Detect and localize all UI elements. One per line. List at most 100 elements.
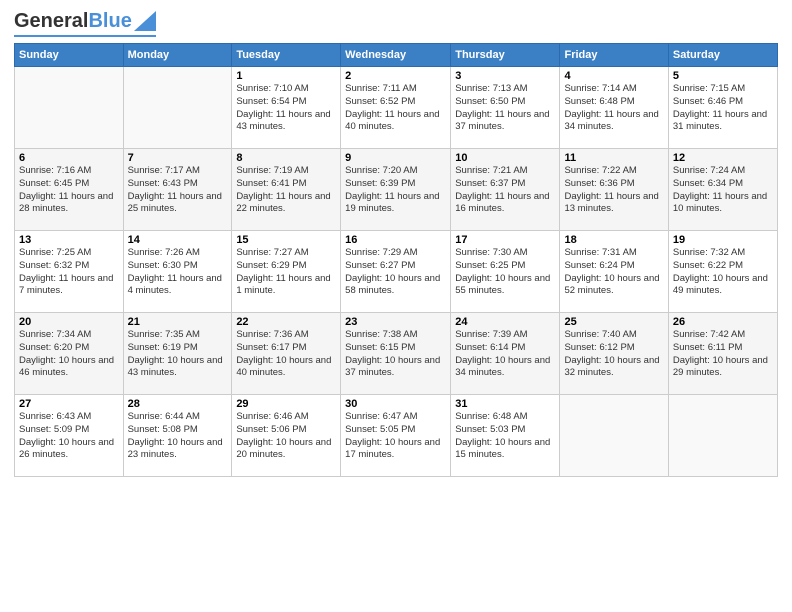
day-number: 30	[345, 398, 446, 410]
day-number: 29	[236, 398, 336, 410]
day-info: Sunrise: 7:42 AMSunset: 6:11 PMDaylight:…	[673, 329, 773, 380]
calendar-cell: 8Sunrise: 7:19 AMSunset: 6:41 PMDaylight…	[232, 149, 341, 231]
day-number: 24	[455, 316, 555, 328]
calendar-cell: 21Sunrise: 7:35 AMSunset: 6:19 PMDayligh…	[123, 313, 232, 395]
day-number: 8	[236, 152, 336, 164]
day-number: 6	[19, 152, 119, 164]
day-number: 18	[564, 234, 663, 246]
calendar-cell: 15Sunrise: 7:27 AMSunset: 6:29 PMDayligh…	[232, 231, 341, 313]
calendar-week-row: 1Sunrise: 7:10 AMSunset: 6:54 PMDaylight…	[15, 67, 778, 149]
calendar-cell: 25Sunrise: 7:40 AMSunset: 6:12 PMDayligh…	[560, 313, 668, 395]
weekday-header: Wednesday	[341, 44, 451, 67]
day-info: Sunrise: 7:27 AMSunset: 6:29 PMDaylight:…	[236, 247, 336, 298]
day-number: 4	[564, 70, 663, 82]
calendar-cell: 2Sunrise: 7:11 AMSunset: 6:52 PMDaylight…	[341, 67, 451, 149]
day-number: 20	[19, 316, 119, 328]
day-info: Sunrise: 7:11 AMSunset: 6:52 PMDaylight:…	[345, 83, 446, 134]
calendar-cell: 9Sunrise: 7:20 AMSunset: 6:39 PMDaylight…	[341, 149, 451, 231]
day-info: Sunrise: 7:32 AMSunset: 6:22 PMDaylight:…	[673, 247, 773, 298]
weekday-header: Monday	[123, 44, 232, 67]
calendar-cell: 27Sunrise: 6:43 AMSunset: 5:09 PMDayligh…	[15, 395, 124, 477]
day-info: Sunrise: 7:29 AMSunset: 6:27 PMDaylight:…	[345, 247, 446, 298]
calendar-cell: 19Sunrise: 7:32 AMSunset: 6:22 PMDayligh…	[668, 231, 777, 313]
calendar-cell: 20Sunrise: 7:34 AMSunset: 6:20 PMDayligh…	[15, 313, 124, 395]
weekday-header: Tuesday	[232, 44, 341, 67]
day-info: Sunrise: 7:20 AMSunset: 6:39 PMDaylight:…	[345, 165, 446, 216]
day-info: Sunrise: 7:31 AMSunset: 6:24 PMDaylight:…	[564, 247, 663, 298]
day-number: 16	[345, 234, 446, 246]
day-info: Sunrise: 7:19 AMSunset: 6:41 PMDaylight:…	[236, 165, 336, 216]
day-number: 17	[455, 234, 555, 246]
day-number: 1	[236, 70, 336, 82]
day-info: Sunrise: 7:36 AMSunset: 6:17 PMDaylight:…	[236, 329, 336, 380]
calendar-cell	[668, 395, 777, 477]
day-number: 28	[128, 398, 228, 410]
day-number: 7	[128, 152, 228, 164]
calendar-cell: 12Sunrise: 7:24 AMSunset: 6:34 PMDayligh…	[668, 149, 777, 231]
calendar-cell: 23Sunrise: 7:38 AMSunset: 6:15 PMDayligh…	[341, 313, 451, 395]
calendar-week-row: 27Sunrise: 6:43 AMSunset: 5:09 PMDayligh…	[15, 395, 778, 477]
day-number: 26	[673, 316, 773, 328]
calendar-cell: 11Sunrise: 7:22 AMSunset: 6:36 PMDayligh…	[560, 149, 668, 231]
calendar-cell: 14Sunrise: 7:26 AMSunset: 6:30 PMDayligh…	[123, 231, 232, 313]
day-number: 9	[345, 152, 446, 164]
calendar-cell: 5Sunrise: 7:15 AMSunset: 6:46 PMDaylight…	[668, 67, 777, 149]
day-info: Sunrise: 7:13 AMSunset: 6:50 PMDaylight:…	[455, 83, 555, 134]
calendar-cell: 18Sunrise: 7:31 AMSunset: 6:24 PMDayligh…	[560, 231, 668, 313]
calendar-cell: 13Sunrise: 7:25 AMSunset: 6:32 PMDayligh…	[15, 231, 124, 313]
day-info: Sunrise: 7:35 AMSunset: 6:19 PMDaylight:…	[128, 329, 228, 380]
day-number: 3	[455, 70, 555, 82]
calendar-cell	[560, 395, 668, 477]
weekday-header: Thursday	[451, 44, 560, 67]
day-number: 12	[673, 152, 773, 164]
day-info: Sunrise: 7:30 AMSunset: 6:25 PMDaylight:…	[455, 247, 555, 298]
calendar-cell	[15, 67, 124, 149]
calendar-week-row: 13Sunrise: 7:25 AMSunset: 6:32 PMDayligh…	[15, 231, 778, 313]
weekday-header: Friday	[560, 44, 668, 67]
calendar-cell: 28Sunrise: 6:44 AMSunset: 5:08 PMDayligh…	[123, 395, 232, 477]
day-info: Sunrise: 7:39 AMSunset: 6:14 PMDaylight:…	[455, 329, 555, 380]
day-number: 21	[128, 316, 228, 328]
weekday-header: Sunday	[15, 44, 124, 67]
day-number: 25	[564, 316, 663, 328]
day-info: Sunrise: 7:14 AMSunset: 6:48 PMDaylight:…	[564, 83, 663, 134]
calendar-header-row: SundayMondayTuesdayWednesdayThursdayFrid…	[15, 44, 778, 67]
day-number: 31	[455, 398, 555, 410]
calendar-week-row: 6Sunrise: 7:16 AMSunset: 6:45 PMDaylight…	[15, 149, 778, 231]
day-info: Sunrise: 7:15 AMSunset: 6:46 PMDaylight:…	[673, 83, 773, 134]
calendar-cell: 31Sunrise: 6:48 AMSunset: 5:03 PMDayligh…	[451, 395, 560, 477]
day-number: 15	[236, 234, 336, 246]
calendar-cell: 26Sunrise: 7:42 AMSunset: 6:11 PMDayligh…	[668, 313, 777, 395]
day-number: 2	[345, 70, 446, 82]
day-info: Sunrise: 6:44 AMSunset: 5:08 PMDaylight:…	[128, 411, 228, 462]
day-number: 19	[673, 234, 773, 246]
header: General Blue	[14, 10, 778, 37]
day-info: Sunrise: 6:48 AMSunset: 5:03 PMDaylight:…	[455, 411, 555, 462]
day-info: Sunrise: 6:43 AMSunset: 5:09 PMDaylight:…	[19, 411, 119, 462]
calendar-cell: 24Sunrise: 7:39 AMSunset: 6:14 PMDayligh…	[451, 313, 560, 395]
day-info: Sunrise: 7:16 AMSunset: 6:45 PMDaylight:…	[19, 165, 119, 216]
day-info: Sunrise: 7:24 AMSunset: 6:34 PMDaylight:…	[673, 165, 773, 216]
day-info: Sunrise: 7:22 AMSunset: 6:36 PMDaylight:…	[564, 165, 663, 216]
calendar-table: SundayMondayTuesdayWednesdayThursdayFrid…	[14, 43, 778, 477]
calendar-cell: 30Sunrise: 6:47 AMSunset: 5:05 PMDayligh…	[341, 395, 451, 477]
day-info: Sunrise: 7:21 AMSunset: 6:37 PMDaylight:…	[455, 165, 555, 216]
day-number: 27	[19, 398, 119, 410]
calendar-cell: 3Sunrise: 7:13 AMSunset: 6:50 PMDaylight…	[451, 67, 560, 149]
day-number: 5	[673, 70, 773, 82]
day-number: 11	[564, 152, 663, 164]
calendar-cell: 17Sunrise: 7:30 AMSunset: 6:25 PMDayligh…	[451, 231, 560, 313]
calendar-cell: 10Sunrise: 7:21 AMSunset: 6:37 PMDayligh…	[451, 149, 560, 231]
calendar-cell: 22Sunrise: 7:36 AMSunset: 6:17 PMDayligh…	[232, 313, 341, 395]
weekday-header: Saturday	[668, 44, 777, 67]
day-info: Sunrise: 7:38 AMSunset: 6:15 PMDaylight:…	[345, 329, 446, 380]
logo-blue: Blue	[88, 10, 131, 33]
day-number: 14	[128, 234, 228, 246]
calendar-cell	[123, 67, 232, 149]
day-info: Sunrise: 7:25 AMSunset: 6:32 PMDaylight:…	[19, 247, 119, 298]
day-number: 23	[345, 316, 446, 328]
day-number: 13	[19, 234, 119, 246]
calendar-cell: 29Sunrise: 6:46 AMSunset: 5:06 PMDayligh…	[232, 395, 341, 477]
day-info: Sunrise: 6:46 AMSunset: 5:06 PMDaylight:…	[236, 411, 336, 462]
day-info: Sunrise: 6:47 AMSunset: 5:05 PMDaylight:…	[345, 411, 446, 462]
